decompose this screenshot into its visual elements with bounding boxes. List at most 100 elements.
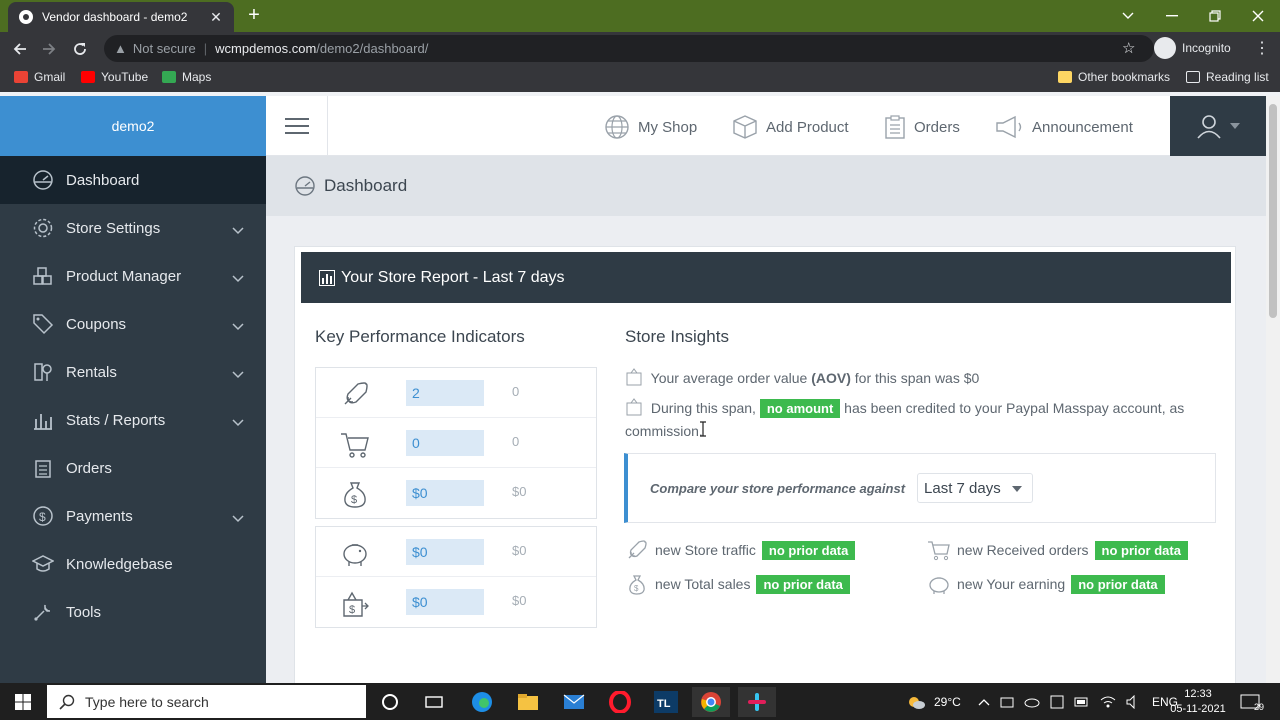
chevron-down-icon[interactable] (232, 510, 244, 523)
chevron-down-icon[interactable] (232, 222, 244, 235)
task-view-icon[interactable] (415, 687, 453, 717)
back-icon[interactable] (9, 38, 31, 60)
sidebar-item-payments[interactable]: $ Payments (0, 492, 266, 540)
rocket-icon (344, 382, 368, 405)
reading-list[interactable]: Reading list (1186, 70, 1269, 84)
camera-icon[interactable] (1000, 695, 1014, 709)
taskbar-search-box[interactable]: Type here to search (47, 685, 366, 718)
reload-icon[interactable] (69, 38, 91, 60)
battery-icon[interactable] (1074, 697, 1090, 707)
system-clock[interactable]: 12:33 05-11-2021 (1168, 687, 1228, 717)
new-tab-button[interactable]: + (243, 4, 265, 27)
chevron-down-icon[interactable] (232, 414, 244, 427)
caret-down-icon (1012, 486, 1023, 492)
mail-icon[interactable] (555, 687, 593, 717)
store-brand[interactable]: demo2 (0, 96, 266, 156)
warning-icon: ▲ (114, 41, 127, 56)
announcement-link[interactable]: Announcement (994, 114, 1133, 140)
browser-tab[interactable]: Vendor dashboard - demo2 ✕ (8, 2, 234, 32)
other-bookmarks[interactable]: Other bookmarks (1058, 70, 1170, 84)
sidebar-item-label: Orders (66, 459, 112, 477)
browser-menu-icon[interactable]: ⋮ (1254, 38, 1270, 58)
chevron-down-icon[interactable] (232, 318, 244, 331)
sidebar-item-store-settings[interactable]: Store Settings (0, 204, 266, 252)
temperature: 29°C (934, 694, 961, 709)
add-product-link[interactable]: Add Product (732, 114, 849, 140)
restore-icon[interactable] (1193, 0, 1237, 32)
url-host: wcmpdemos.com (215, 41, 317, 56)
wifi-icon[interactable] (1100, 695, 1116, 709)
sidebar-item-dashboard[interactable]: Dashboard (0, 156, 266, 204)
my-shop-link[interactable]: My Shop (604, 114, 697, 140)
cash-payout-icon: $ (343, 591, 369, 617)
store-report-header: Your Store Report - Last 7 days (301, 252, 1231, 303)
compare-period-select[interactable]: Last 7 days (917, 473, 1034, 503)
windows-start-button[interactable] (0, 683, 46, 720)
chevron-down-icon[interactable] (232, 366, 244, 379)
bookmark-star-icon[interactable]: ☆ (1122, 39, 1135, 57)
sidebar-item-knowledgebase[interactable]: Knowledgebase (0, 540, 266, 588)
url-separator: | (203, 41, 208, 56)
comparison-received-orders: new Received orders no prior data (927, 538, 1188, 562)
bookmark-maps[interactable]: Maps (162, 70, 211, 84)
cart-icon (928, 541, 950, 561)
url-field[interactable]: ▲ Not secure | wcmpdemos.com /demo2/dash… (104, 35, 1154, 62)
terminal-app-icon[interactable]: TL (647, 687, 685, 717)
no-amount-badge: no amount (759, 399, 841, 418)
sidebar-item-tools[interactable]: Tools (0, 588, 266, 636)
notifications-button[interactable]: 29 (1240, 683, 1264, 720)
slack-icon[interactable] (738, 687, 776, 717)
cart-icon (341, 433, 369, 458)
show-hidden-icons[interactable] (978, 683, 990, 720)
user-avatar-icon (1197, 115, 1221, 139)
money-bag-icon: $ (629, 575, 645, 595)
no-prior-data-badge: no prior data (1071, 574, 1165, 594)
search-icon (59, 694, 75, 710)
weather-widget[interactable]: 29°C (906, 683, 961, 720)
orders-link[interactable]: Orders (884, 114, 960, 140)
cortana-icon[interactable] (371, 687, 409, 717)
sidebar-item-product-manager[interactable]: Product Manager (0, 252, 266, 300)
edge-browser-icon[interactable] (463, 687, 501, 717)
sidebar-item-stats-reports[interactable]: Stats / Reports (0, 396, 266, 444)
minimize-icon[interactable] (1150, 0, 1194, 32)
menu-toggle-icon[interactable] (266, 96, 328, 156)
rocket-icon (628, 540, 647, 559)
chrome-taskbar-icon[interactable] (692, 687, 730, 717)
clipboard-icon (32, 457, 54, 479)
tab-search-icon[interactable] (1106, 0, 1150, 32)
sidebar-item-orders[interactable]: Orders (0, 444, 266, 492)
bookmark-youtube[interactable]: YouTube (81, 70, 148, 84)
close-window-icon[interactable] (1236, 0, 1280, 32)
bar-chart-icon (319, 269, 335, 286)
store-insights-title: Store Insights (625, 327, 729, 346)
volume-icon[interactable] (1126, 694, 1142, 709)
incognito-label: Incognito (1182, 41, 1231, 55)
opera-icon[interactable] (601, 687, 639, 717)
settings-tray-icon[interactable] (1050, 695, 1064, 709)
orders-label: Orders (914, 118, 960, 136)
page-scrollbar[interactable] (1266, 96, 1280, 683)
no-prior-data-badge: no prior data (1094, 540, 1188, 560)
user-menu[interactable] (1170, 96, 1266, 156)
forward-icon[interactable] (38, 38, 60, 60)
chrome-favicon-icon (19, 10, 33, 24)
cloud-icon[interactable] (1024, 696, 1040, 708)
other-bookmarks-label: Other bookmarks (1078, 70, 1171, 84)
store-report-panel: Your Store Report - Last 7 days Key Perf… (294, 246, 1236, 683)
scrollbar-thumb[interactable] (1269, 104, 1277, 318)
aov-bold: (AOV) (811, 370, 851, 386)
close-tab-icon[interactable]: ✕ (208, 9, 224, 26)
notification-count: 29 (1254, 701, 1265, 712)
address-bar-row: ▲ Not secure | wcmpdemos.com /demo2/dash… (0, 32, 1280, 64)
sidebar-item-coupons[interactable]: Coupons (0, 300, 266, 348)
not-secure-label: Not secure (132, 41, 196, 56)
sidebar-item-rentals[interactable]: Rentals (0, 348, 266, 396)
bookmark-gmail[interactable]: Gmail (14, 70, 65, 84)
no-prior-data-badge: no prior data (756, 574, 850, 594)
comparison-label: new Received orders (957, 542, 1089, 558)
file-explorer-icon[interactable] (509, 687, 547, 717)
incognito-indicator[interactable]: Incognito (1154, 36, 1231, 60)
gmail-icon (14, 71, 28, 83)
chevron-down-icon[interactable] (232, 270, 244, 283)
